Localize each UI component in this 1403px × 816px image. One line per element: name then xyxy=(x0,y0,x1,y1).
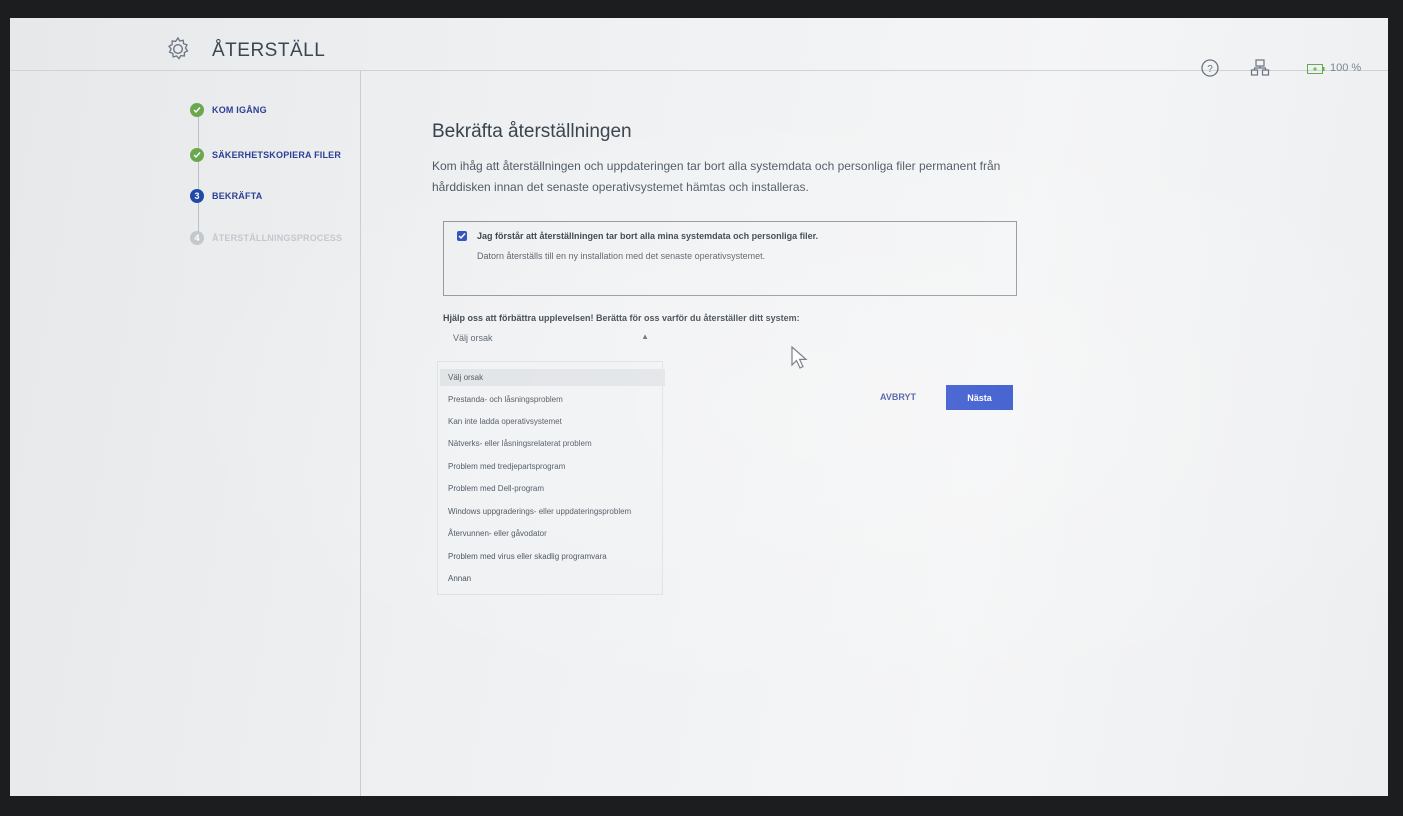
step-label: SÄKERHETSKOPIERA FILER xyxy=(212,150,342,160)
dropdown-option[interactable]: Prestanda- och låsningsproblem xyxy=(448,395,563,404)
step-bekrafta: 3 BEKRÄFTA xyxy=(190,189,262,203)
screen-glare xyxy=(10,18,1388,796)
reason-select[interactable]: Välj orsak ▲ xyxy=(443,326,653,346)
mouse-pointer-icon xyxy=(791,345,808,369)
step-sakerhetskopiera: SÄKERHETSKOPIERA FILER xyxy=(190,148,341,162)
dropdown-option[interactable]: Nätverks- eller låsningsrelaterat proble… xyxy=(448,439,592,448)
dropdown-option[interactable]: Problem med Dell-program xyxy=(448,484,544,493)
chevron-up-icon: ▲ xyxy=(641,332,649,341)
step-number-badge: 4 xyxy=(190,231,204,245)
check-icon xyxy=(190,103,204,117)
screen: ÅTERSTÄLL ? 100 % KOM IGÅNG SÄKERHETSKOP… xyxy=(10,18,1388,796)
next-button[interactable]: Nästa xyxy=(946,385,1013,410)
content-title: Bekräfta återställningen xyxy=(432,121,632,142)
dropdown-option[interactable]: Återvunnen- eller gåvodator xyxy=(448,529,547,538)
step-number-badge: 3 xyxy=(190,189,204,203)
stepper-line xyxy=(198,113,199,238)
dropdown-option[interactable]: Problem med virus eller skadlig programv… xyxy=(448,552,607,561)
step-label: ÅTERSTÄLLNINGSPROCESS xyxy=(212,233,343,243)
reason-dropdown: Välj orsak Prestanda- och låsningsproble… xyxy=(437,361,665,595)
dropdown-option[interactable]: Windows uppgraderings- eller uppdatering… xyxy=(448,507,631,516)
gear-icon xyxy=(168,36,189,60)
question-icon[interactable]: ? xyxy=(1200,58,1220,78)
dropdown-option[interactable]: Annan xyxy=(448,574,471,583)
page-title: ÅTERSTÄLL xyxy=(212,40,326,61)
confirm-sublabel: Datorn återställs till en ny installatio… xyxy=(477,251,766,261)
dropdown-option[interactable]: Välj orsak xyxy=(440,369,665,386)
dropdown-option[interactable]: Problem med tredjepartsprogram xyxy=(448,462,565,471)
svg-text:?: ? xyxy=(1207,64,1213,75)
confirm-label: Jag förstår att återställningen tar bort… xyxy=(477,231,819,241)
step-kom-igang: KOM IGÅNG xyxy=(190,103,267,117)
step-label: BEKRÄFTA xyxy=(212,191,263,201)
battery-icon xyxy=(1307,64,1325,74)
reason-prompt: Hjälp oss att förbättra upplevelsen! Ber… xyxy=(443,313,800,323)
content-description: Kom ihåg att återställningen och uppdate… xyxy=(432,159,1001,194)
confirm-checkbox[interactable] xyxy=(457,231,467,241)
step-label: KOM IGÅNG xyxy=(212,105,267,115)
check-icon xyxy=(190,148,204,162)
battery-level: 100 % xyxy=(1330,62,1362,74)
dropdown-option[interactable]: Kan inte ladda operativsystemet xyxy=(448,417,562,426)
sidebar-divider xyxy=(360,70,361,796)
check-icon xyxy=(458,233,466,240)
select-value: Välj orsak xyxy=(453,333,493,343)
network-icon[interactable] xyxy=(1250,58,1270,78)
step-aterstallningsprocess: 4 ÅTERSTÄLLNINGSPROCESS xyxy=(190,231,342,245)
cancel-button[interactable]: AVBRYT xyxy=(867,385,929,409)
